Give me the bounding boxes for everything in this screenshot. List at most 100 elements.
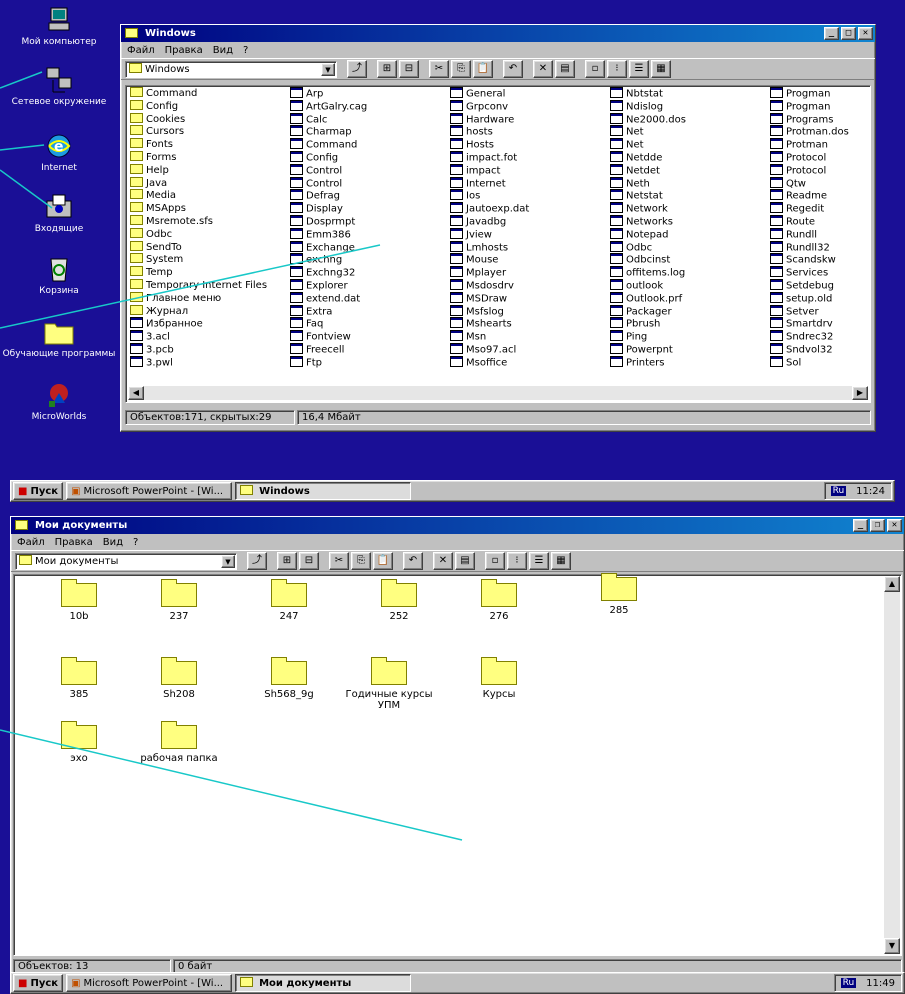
list-view-button[interactable]: ☰ (629, 60, 649, 78)
paste-button[interactable]: 📋 (473, 60, 493, 78)
address-combo[interactable]: Мои документы ▼ (15, 552, 237, 570)
file-item[interactable]: Sol (770, 355, 849, 370)
up-folder-button[interactable]: ⤴ (247, 552, 267, 570)
file-item[interactable]: MSApps (130, 202, 267, 216)
file-item[interactable]: Media (130, 189, 267, 203)
file-item[interactable]: Fonts (130, 138, 267, 152)
minimize-button[interactable]: _ (853, 519, 868, 532)
menu-edit[interactable]: Правка (165, 45, 203, 56)
list-view-button[interactable]: ☰ (529, 552, 549, 570)
menu-help[interactable]: ? (243, 45, 248, 56)
desktop-icon-my-computer[interactable]: Мой компьютер (0, 6, 118, 47)
copy-button[interactable]: ⎘ (451, 60, 471, 78)
file-item[interactable]: SendTo (130, 240, 267, 255)
scroll-down-button[interactable]: ▼ (884, 938, 900, 954)
task-my-documents[interactable]: Мои документы (235, 974, 412, 992)
minimize-button[interactable]: _ (824, 27, 839, 40)
vertical-scrollbar[interactable]: ▲ ▼ (884, 576, 900, 954)
file-item[interactable]: Config (130, 99, 267, 114)
task-powerpoint[interactable]: ▣ Microsoft PowerPoint - [Wi... (66, 974, 233, 992)
folder-item[interactable]: 252 (354, 579, 444, 622)
properties-button[interactable]: ▤ (455, 552, 475, 570)
file-item[interactable]: Msremote.sfs (130, 214, 267, 229)
folder-item[interactable]: 276 (454, 579, 544, 622)
details-view-button[interactable]: ▦ (651, 60, 671, 78)
desktop-icon-microworlds[interactable]: MicroWorlds (0, 381, 118, 422)
file-item[interactable]: Command (130, 87, 267, 101)
file-item[interactable]: Java (130, 176, 267, 191)
folder-item[interactable]: Sh208 (134, 657, 224, 700)
folder-item[interactable]: 10b (34, 579, 124, 622)
maximize-button[interactable]: □ (841, 27, 856, 40)
properties-button[interactable]: ▤ (555, 60, 575, 78)
scroll-up-button[interactable]: ▲ (884, 576, 900, 592)
file-item[interactable]: Ftp (290, 355, 367, 370)
chevron-down-icon[interactable]: ▼ (321, 62, 335, 76)
desktop-icon-inbox[interactable]: Входящие (0, 193, 118, 234)
details-view-button[interactable]: ▦ (551, 552, 571, 570)
folder-item[interactable]: 237 (134, 579, 224, 622)
file-item[interactable]: Cookies (130, 112, 267, 127)
small-icons-button[interactable]: ⁝ (507, 552, 527, 570)
undo-button[interactable]: ↶ (503, 60, 523, 78)
folder-item[interactable]: 285 (574, 573, 664, 616)
disconnect-drive-button[interactable]: ⊟ (299, 552, 319, 570)
file-item[interactable]: Forms (130, 150, 267, 165)
delete-button[interactable]: ✕ (433, 552, 453, 570)
window-titlebar[interactable]: Мои документы _ ❐ ✕ (11, 517, 904, 534)
menu-edit[interactable]: Правка (55, 537, 93, 548)
desktop-icon-internet[interactable]: e Internet (0, 132, 118, 173)
language-indicator[interactable]: Ru (830, 486, 847, 496)
file-item[interactable]: 3.pcb (130, 342, 267, 357)
folder-item[interactable]: Sh568_9g (244, 657, 334, 700)
menu-view[interactable]: Вид (213, 45, 233, 56)
restore-button[interactable]: ❐ (870, 519, 885, 532)
start-button[interactable]: ■ Пуск (13, 974, 64, 992)
menu-help[interactable]: ? (133, 537, 138, 548)
large-icons-button[interactable]: ▫ (485, 552, 505, 570)
delete-button[interactable]: ✕ (533, 60, 553, 78)
folder-item[interactable]: Курсы (454, 657, 544, 700)
file-item[interactable]: Главное меню (130, 291, 267, 306)
file-item[interactable]: Cursors (130, 125, 267, 139)
start-button[interactable]: ■ Пуск (13, 482, 64, 500)
file-item[interactable]: Temp (130, 266, 267, 280)
map-drive-button[interactable]: ⊞ (377, 60, 397, 78)
file-item[interactable]: System (130, 253, 267, 267)
folder-item[interactable]: Годичные курсы УПМ (344, 657, 434, 711)
large-icons-button[interactable]: ▫ (585, 60, 605, 78)
small-icons-button[interactable]: ⁝ (607, 60, 627, 78)
file-item[interactable]: Temporary Internet Files (130, 278, 267, 293)
folder-item[interactable]: рабочая папка (134, 721, 224, 764)
file-item[interactable]: Help (130, 163, 267, 178)
file-item[interactable]: Printers (610, 355, 686, 370)
menu-file[interactable]: Файл (127, 45, 155, 56)
language-indicator[interactable]: Ru (840, 978, 857, 988)
cut-button[interactable]: ✂ (429, 60, 449, 78)
file-item[interactable]: 3.acl (130, 330, 267, 344)
map-drive-button[interactable]: ⊞ (277, 552, 297, 570)
disconnect-drive-button[interactable]: ⊟ (399, 60, 419, 78)
close-button[interactable]: ✕ (858, 27, 873, 40)
paste-button[interactable]: 📋 (373, 552, 393, 570)
desktop-icon-network[interactable]: Сетевое окружение (0, 66, 118, 107)
window-titlebar[interactable]: Windows _ □ ✕ (121, 25, 875, 42)
folder-item[interactable]: 247 (244, 579, 334, 622)
horizontal-scrollbar[interactable]: ◀ ▶ (128, 386, 868, 400)
up-folder-button[interactable]: ⤴ (347, 60, 367, 78)
desktop-icon-recycle-bin[interactable]: Корзина (0, 255, 118, 296)
file-item[interactable]: 3.pwl (130, 355, 267, 370)
task-powerpoint[interactable]: ▣ Microsoft PowerPoint - [Wi... (66, 482, 233, 500)
folder-item[interactable]: 385 (34, 657, 124, 700)
undo-button[interactable]: ↶ (403, 552, 423, 570)
scroll-right-button[interactable]: ▶ (852, 386, 868, 400)
menu-file[interactable]: Файл (17, 537, 45, 548)
file-item[interactable]: Избранное (130, 317, 267, 331)
scroll-left-button[interactable]: ◀ (128, 386, 144, 400)
address-combo[interactable]: Windows ▼ (125, 60, 337, 78)
chevron-down-icon[interactable]: ▼ (221, 554, 235, 568)
task-windows[interactable]: Windows (235, 482, 412, 500)
file-item[interactable]: Журнал (130, 304, 267, 319)
file-item[interactable]: Odbc (130, 227, 267, 242)
cut-button[interactable]: ✂ (329, 552, 349, 570)
